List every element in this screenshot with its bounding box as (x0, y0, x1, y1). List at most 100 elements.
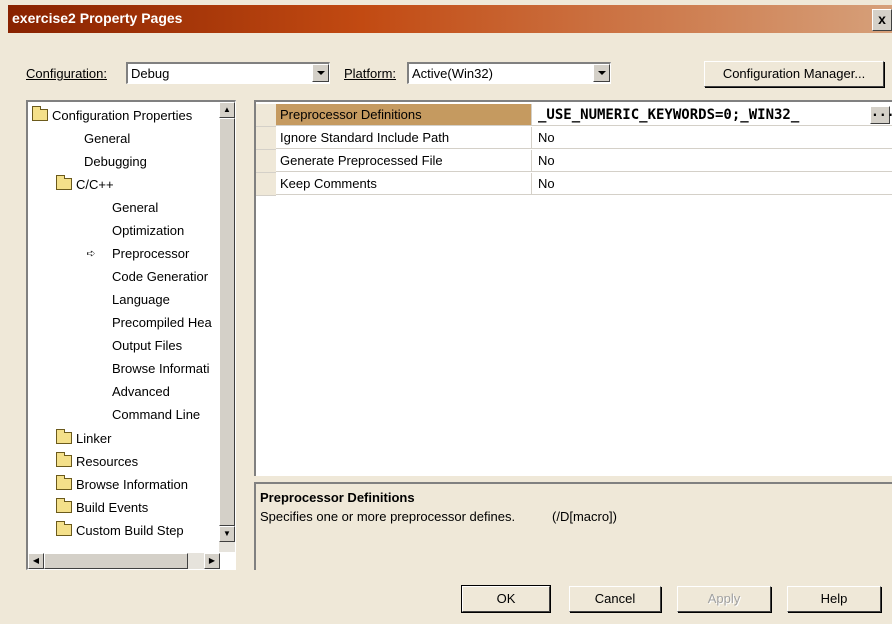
horizontal-scroll-thumb[interactable] (44, 553, 188, 569)
tree-item-label: Code Generatior (112, 269, 209, 284)
tree-item-cpp-general[interactable]: General (112, 197, 158, 219)
folder-icon (56, 475, 72, 490)
scroll-thumb[interactable] (219, 118, 235, 526)
platform-label-text: Platform: (344, 66, 397, 81)
tree-item-label: Debugging (84, 154, 147, 169)
platform-dropdown[interactable]: Active(Win32) (407, 62, 611, 84)
tree-item-label: Browse Information (76, 477, 188, 492)
tree-item-label: Custom Build Step (76, 523, 184, 538)
tree-item-label: Advanced (112, 384, 170, 399)
row-gutter (256, 104, 276, 127)
chevron-down-icon[interactable] (312, 64, 329, 82)
tree-item-label: Browse Informati (112, 361, 210, 376)
tree-item-advanced[interactable]: Advanced (112, 381, 170, 403)
help-button[interactable]: Help (787, 586, 881, 612)
tree-item-label: General (84, 131, 131, 146)
ok-label: OK (496, 591, 516, 606)
tree-item-preprocessor[interactable]: Preprocessor (112, 243, 189, 265)
tree-item-label: Preprocessor (112, 246, 190, 261)
description-switch: (/D[macro]) (552, 509, 617, 524)
open-folder-icon (32, 106, 48, 121)
tree-horizontal-scrollbar[interactable]: ◀ ▶ (28, 553, 220, 569)
tree-item-label: Language (112, 292, 170, 307)
folder-icon (56, 521, 72, 536)
property-value[interactable]: No (532, 173, 892, 195)
description-text: Specifies one or more preprocessor defin… (260, 509, 516, 524)
tree-item-code-generation[interactable]: Code Generatior (112, 266, 208, 288)
tree-item-label: Precompiled Hea (112, 315, 212, 330)
tree-item-resources[interactable]: Resources (56, 451, 138, 473)
description-title: Preprocessor Definitions (260, 490, 415, 505)
window-title: exercise2 Property Pages (12, 10, 183, 26)
tree-item-label: Configuration Properties (52, 108, 193, 123)
configuration-manager-button[interactable]: Configuration Manager... (704, 61, 884, 87)
scroll-right-icon[interactable]: ▶ (204, 553, 220, 569)
cancel-label: Cancel (594, 591, 636, 606)
ellipsis-button[interactable]: ... (870, 106, 892, 124)
title-bar[interactable]: exercise2 Property Pages x (8, 5, 892, 33)
configuration-label: Configuration: (26, 66, 107, 81)
tree-item-label: Output Files (112, 338, 183, 353)
property-name: Generate Preprocessed File (276, 150, 532, 172)
row-gutter (256, 150, 276, 173)
property-value[interactable]: No (532, 127, 892, 149)
property-name: Ignore Standard Include Path (276, 127, 532, 149)
property-grid: Preprocessor Definitions _USE_NUMERIC_KE… (254, 100, 892, 476)
tree-item-custom-build-step[interactable]: Custom Build Step (56, 520, 184, 542)
tree-item-configuration-properties[interactable]: Configuration Properties (32, 105, 192, 127)
configuration-value: Debug (131, 66, 170, 81)
apply-button[interactable]: Apply (677, 586, 771, 612)
cancel-button[interactable]: Cancel (569, 586, 661, 612)
property-value[interactable]: No (532, 150, 892, 172)
tree-item-label: C/C++ (76, 177, 114, 192)
folder-icon (56, 452, 72, 467)
property-pages-dialog: exercise2 Property Pages x Configuration… (0, 0, 892, 624)
tree-item-label: Linker (76, 431, 112, 446)
help-label: Help (820, 591, 848, 606)
scroll-left-icon[interactable]: ◀ (28, 553, 44, 569)
description-pane: Preprocessor Definitions Specifies one o… (254, 482, 892, 570)
selection-arrow-icon: ➪ (86, 248, 96, 260)
tree-item-browse-information[interactable]: Browse Informati (112, 358, 210, 380)
tree-item-label: General (112, 200, 159, 215)
property-row-preprocessor-definitions[interactable]: Preprocessor Definitions _USE_NUMERIC_KE… (256, 104, 892, 127)
tree-item-output-files[interactable]: Output Files (112, 335, 182, 357)
configuration-label-text: Configuration: (26, 66, 107, 81)
tree-item-command-line[interactable]: Command Line (112, 404, 200, 426)
tree-item-linker[interactable]: Linker (56, 428, 111, 450)
ok-button[interactable]: OK (461, 585, 551, 613)
tree-item-precompiled-headers[interactable]: Precompiled Hea (112, 312, 212, 334)
tree-item-build-events[interactable]: Build Events (56, 497, 148, 519)
tree-item-general[interactable]: General (84, 128, 130, 150)
scroll-up-icon[interactable]: ▲ (219, 102, 235, 118)
tree-item-label: Command Line (112, 407, 201, 422)
tree-item-optimization[interactable]: Optimization (112, 220, 184, 242)
row-gutter (256, 127, 276, 150)
folder-icon (56, 498, 72, 513)
scroll-down-icon[interactable]: ▼ (219, 526, 235, 542)
tree-item-debugging[interactable]: Debugging (84, 151, 147, 173)
tree-item-browse-information-folder[interactable]: Browse Information (56, 474, 188, 496)
tree-item-language[interactable]: Language (112, 289, 170, 311)
close-button[interactable]: x (872, 9, 892, 31)
property-row-ignore-standard-include-path[interactable]: Ignore Standard Include Path No (256, 127, 892, 150)
configuration-dropdown[interactable]: Debug (126, 62, 330, 84)
configuration-manager-label: Configuration Manager... (722, 66, 866, 81)
property-name: Preprocessor Definitions (276, 104, 532, 126)
property-row-keep-comments[interactable]: Keep Comments No (256, 173, 892, 196)
property-row-generate-preprocessed-file[interactable]: Generate Preprocessed File No (256, 150, 892, 173)
open-folder-icon (56, 175, 72, 190)
tree-item-label: Optimization (112, 223, 185, 238)
settings-tree[interactable]: Configuration Properties General Debuggi… (26, 100, 236, 570)
row-gutter (256, 173, 276, 196)
property-value-text: _USE_NUMERIC_KEYWORDS=0;_WIN32_ (538, 107, 800, 123)
property-value[interactable]: _USE_NUMERIC_KEYWORDS=0;_WIN32_ ... (532, 104, 892, 126)
platform-value: Active(Win32) (412, 66, 493, 81)
property-name: Keep Comments (276, 173, 532, 195)
apply-label: Apply (707, 591, 741, 606)
tree-item-c-cpp[interactable]: C/C++ (56, 174, 114, 196)
tree-item-label: Build Events (76, 500, 149, 515)
platform-label: Platform: (344, 66, 396, 81)
tree-vertical-scrollbar[interactable]: ▲ ▼ (219, 102, 235, 552)
chevron-down-icon[interactable] (593, 64, 610, 82)
